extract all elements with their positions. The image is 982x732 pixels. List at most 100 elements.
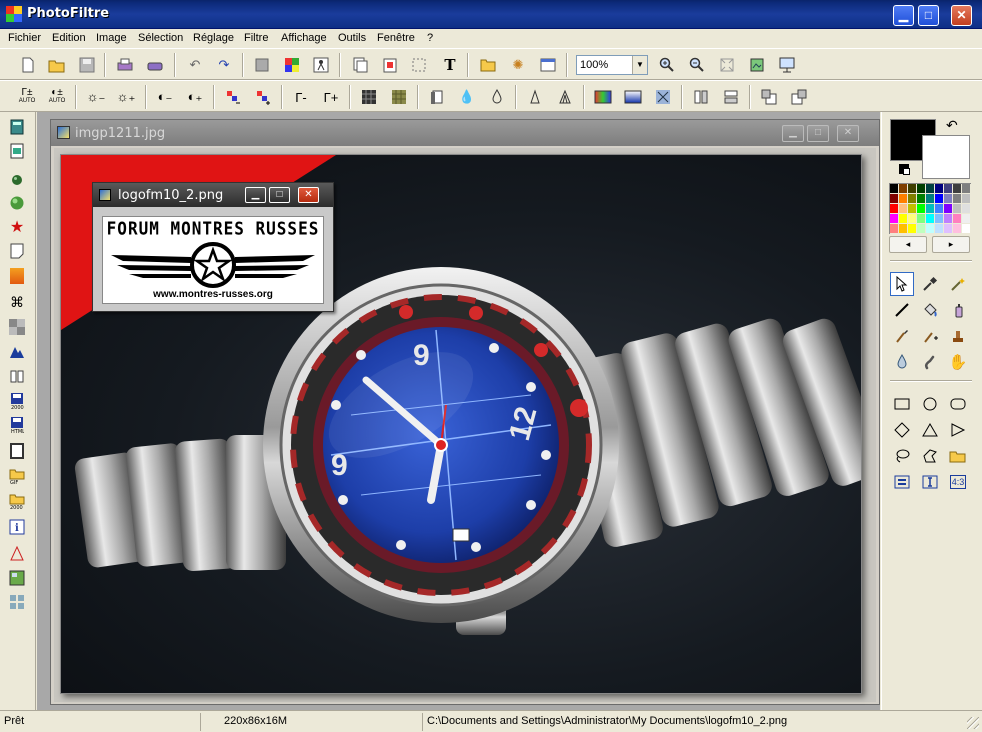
menu-edition[interactable]: Edition bbox=[52, 32, 86, 44]
logo-window[interactable]: logofm10_2.png ▁ □ ✕ FORUM MONTRES RUSSE… bbox=[92, 182, 334, 312]
text-select-icon[interactable] bbox=[918, 470, 942, 494]
palette-swatch[interactable] bbox=[890, 194, 899, 204]
advanced-brush-icon[interactable] bbox=[918, 324, 942, 348]
sharpen-more-icon[interactable] bbox=[554, 86, 576, 108]
menu-reglage[interactable]: Réglage bbox=[193, 32, 234, 44]
gradient-bar-icon[interactable] bbox=[8, 267, 26, 285]
palette-swatch[interactable] bbox=[917, 214, 926, 224]
palette-swatch[interactable] bbox=[908, 224, 917, 234]
palette-swatch[interactable] bbox=[953, 224, 962, 234]
calculator-icon[interactable] bbox=[8, 118, 26, 136]
save-icon[interactable] bbox=[76, 54, 98, 76]
spray-icon[interactable] bbox=[946, 298, 970, 322]
saturation-minus-icon[interactable] bbox=[222, 86, 244, 108]
polygon-icon[interactable] bbox=[918, 444, 942, 468]
palette-swatch[interactable] bbox=[962, 184, 971, 194]
palette-swatch[interactable] bbox=[935, 194, 944, 204]
fit-icon[interactable] bbox=[746, 54, 768, 76]
sharpen-icon[interactable] bbox=[524, 86, 546, 108]
swap-colors-icon[interactable]: ↶ bbox=[946, 117, 958, 134]
resize-grip[interactable] bbox=[967, 717, 979, 729]
film-icon[interactable] bbox=[8, 142, 26, 160]
minimize-button[interactable]: ▁ bbox=[893, 5, 914, 26]
ellipse-icon[interactable] bbox=[918, 392, 942, 416]
browser-icon[interactable] bbox=[477, 54, 499, 76]
fullscreen-icon[interactable] bbox=[776, 54, 798, 76]
text-icon[interactable]: T bbox=[439, 54, 461, 76]
menu-fenetre[interactable]: Fenêtre bbox=[377, 32, 415, 44]
logo-minimize-button[interactable]: ▁ bbox=[245, 187, 266, 203]
palette-swatch[interactable] bbox=[899, 184, 908, 194]
palette-swatch[interactable] bbox=[899, 194, 908, 204]
palette-swatch[interactable] bbox=[890, 184, 899, 194]
contrast-plus-icon[interactable]: ◐₊ bbox=[184, 86, 206, 108]
palette-next-button[interactable]: ▸ bbox=[932, 236, 970, 253]
palette-swatch[interactable] bbox=[953, 204, 962, 214]
new-icon[interactable] bbox=[17, 54, 39, 76]
palette-swatch[interactable] bbox=[935, 184, 944, 194]
menu-image[interactable]: Image bbox=[96, 32, 127, 44]
open-icon[interactable] bbox=[46, 54, 68, 76]
color-palette[interactable] bbox=[889, 183, 971, 234]
info-icon[interactable]: i bbox=[8, 518, 26, 536]
palette-swatch[interactable] bbox=[926, 204, 935, 214]
menu-affichage[interactable]: Affichage bbox=[281, 32, 327, 44]
close-button[interactable]: ✕ bbox=[951, 5, 972, 26]
logo-window-titlebar[interactable]: logofm10_2.png ▁ □ ✕ bbox=[93, 183, 333, 207]
palette-swatch[interactable] bbox=[899, 204, 908, 214]
palette-swatch[interactable] bbox=[890, 224, 899, 234]
menu-fichier[interactable]: Fichier bbox=[8, 32, 41, 44]
grid-icon[interactable] bbox=[281, 54, 303, 76]
menu-outils[interactable]: Outils bbox=[338, 32, 366, 44]
palette-swatch[interactable] bbox=[899, 214, 908, 224]
hand-icon[interactable]: ✋ bbox=[946, 350, 970, 374]
rotate-left-icon[interactable] bbox=[758, 86, 780, 108]
palette-swatch[interactable] bbox=[935, 224, 944, 234]
mosaic-icon[interactable] bbox=[358, 86, 380, 108]
gamma-minus-icon[interactable]: Γ- bbox=[290, 86, 312, 108]
checker-icon[interactable] bbox=[8, 318, 26, 336]
auto-levels-icon[interactable]: Γ± AUTO bbox=[16, 86, 38, 108]
alert-icon[interactable] bbox=[8, 545, 26, 563]
palette-swatch[interactable] bbox=[926, 194, 935, 204]
lasso-icon[interactable] bbox=[890, 444, 914, 468]
palette-swatch[interactable] bbox=[908, 214, 917, 224]
sphere-icon[interactable] bbox=[8, 194, 26, 212]
flip-horizontal-icon[interactable] bbox=[690, 86, 712, 108]
paint-bucket-icon[interactable] bbox=[918, 298, 942, 322]
tiles-icon[interactable] bbox=[8, 593, 26, 611]
copy-icon[interactable] bbox=[349, 54, 371, 76]
palette-swatch[interactable] bbox=[935, 214, 944, 224]
palette-swatch[interactable] bbox=[926, 184, 935, 194]
palette-swatch[interactable] bbox=[899, 224, 908, 234]
triangle-icon[interactable] bbox=[918, 418, 942, 442]
palette-swatch[interactable] bbox=[953, 184, 962, 194]
network-icon[interactable]: ⌘ bbox=[8, 293, 26, 311]
menu-filtre[interactable]: Filtre bbox=[244, 32, 268, 44]
menu-selection[interactable]: Sélection bbox=[138, 32, 183, 44]
note-icon[interactable] bbox=[8, 242, 26, 260]
run-icon[interactable] bbox=[310, 54, 332, 76]
undo-icon[interactable]: ↶ bbox=[184, 54, 206, 76]
title-bar[interactable]: PhotoFiltre ▁ □ ✕ bbox=[0, 0, 982, 29]
palette-swatch[interactable] bbox=[944, 194, 953, 204]
texture-icon[interactable] bbox=[388, 86, 410, 108]
blur-icon[interactable] bbox=[486, 86, 508, 108]
gradient-icon[interactable] bbox=[592, 86, 614, 108]
chevron-down-icon[interactable]: ▼ bbox=[632, 56, 647, 74]
gamma-plus-icon[interactable]: Γ+ bbox=[320, 86, 342, 108]
diamond-icon[interactable] bbox=[890, 418, 914, 442]
palette-swatch[interactable] bbox=[962, 214, 971, 224]
frame-icon[interactable] bbox=[8, 442, 26, 460]
palette-swatch[interactable] bbox=[926, 224, 935, 234]
pointer-icon[interactable] bbox=[890, 272, 914, 296]
artistic-icon[interactable] bbox=[652, 86, 674, 108]
zoom-out-icon[interactable] bbox=[686, 54, 708, 76]
window-icon[interactable] bbox=[537, 54, 559, 76]
fill-icon[interactable] bbox=[251, 54, 273, 76]
palette-swatch[interactable] bbox=[917, 224, 926, 234]
saturation-plus-icon[interactable] bbox=[252, 86, 274, 108]
triangle-right-icon[interactable] bbox=[946, 418, 970, 442]
palette-swatch[interactable] bbox=[962, 194, 971, 204]
palette-swatch[interactable] bbox=[944, 204, 953, 214]
